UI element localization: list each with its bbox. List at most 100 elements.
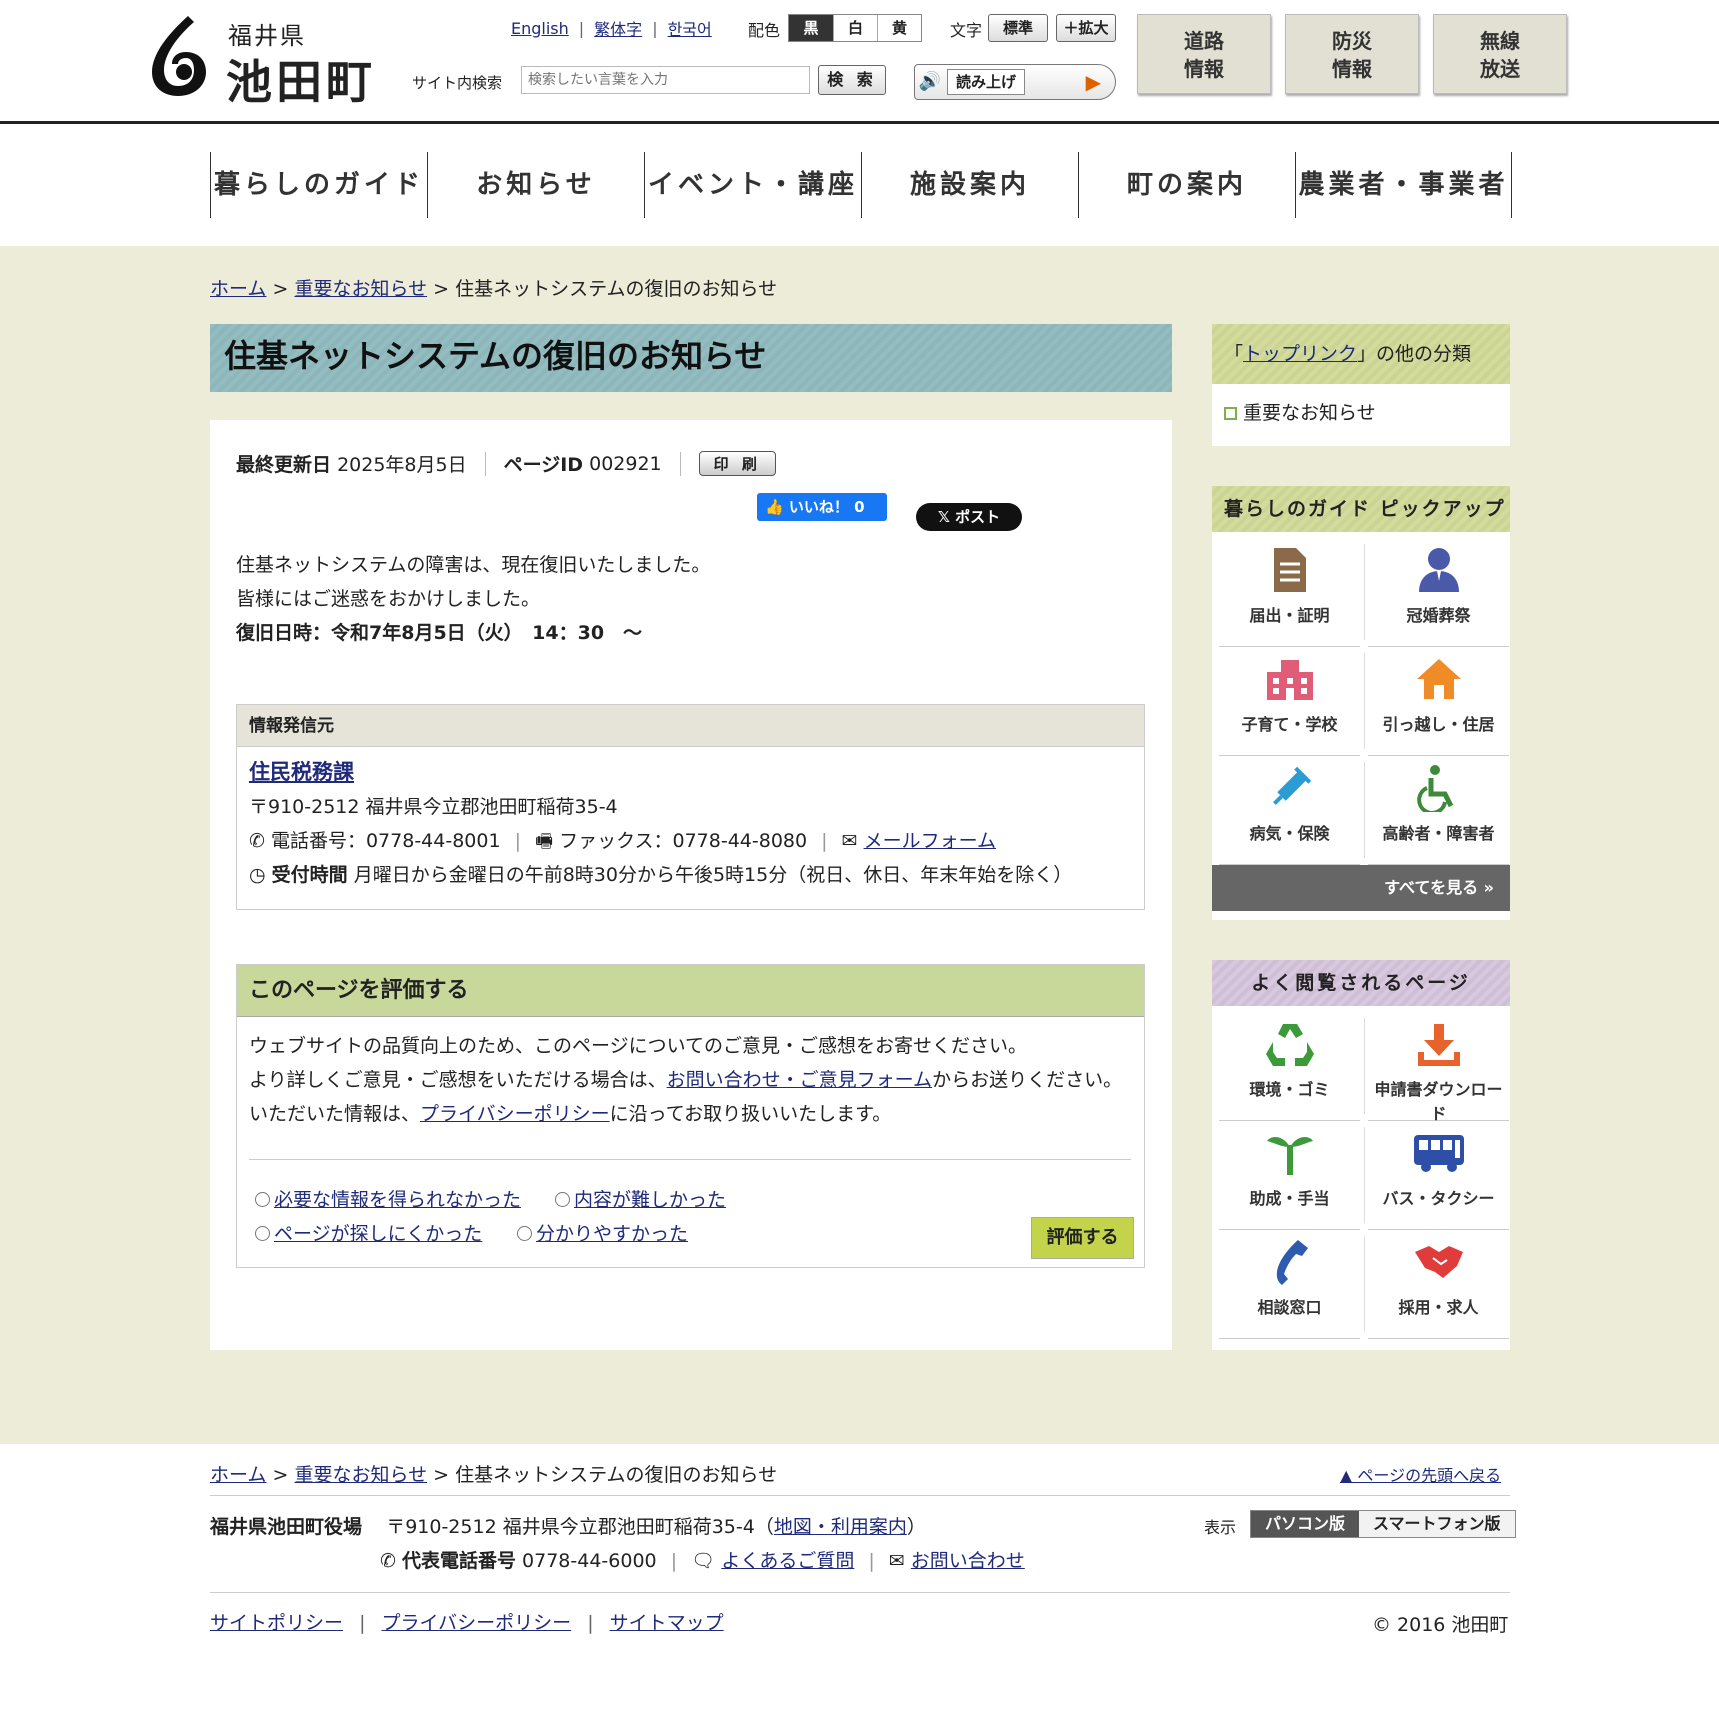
guide-item-label: 子育て・学校 — [1241, 715, 1338, 734]
lang-separator: | — [578, 18, 585, 38]
x-post-button[interactable]: 𝕏 ポスト — [916, 503, 1022, 531]
page-id-value: 002921 — [589, 452, 662, 475]
map-link[interactable]: 地図・利用案内 — [774, 1516, 907, 1538]
contact-separator: | — [670, 1550, 678, 1572]
rating-option-3[interactable]: ページが探しにくかった — [255, 1219, 482, 1246]
guide-item-ceremonies[interactable]: 冠婚葬祭 — [1368, 538, 1509, 647]
footer-divider — [210, 1495, 1510, 1496]
breadcrumb-home-link[interactable]: ホーム — [210, 278, 266, 300]
facebook-like-button[interactable]: 👍 いいね！ 0 — [757, 493, 887, 521]
rating-option-label[interactable]: 内容が難しかった — [574, 1189, 726, 1211]
radio-button[interactable] — [555, 1192, 570, 1207]
logo-town-name[interactable]: 池田町 — [226, 46, 376, 112]
department-link[interactable]: 住民税務課 — [249, 760, 354, 784]
breadcrumb-category-link[interactable]: 重要なお知らせ — [294, 1464, 427, 1486]
inquiry-form-link[interactable]: お問い合わせ・ご意見フォーム — [667, 1069, 932, 1091]
nav-business[interactable]: 農業者・事業者 — [1295, 152, 1512, 218]
read-aloud-button[interactable]: 🔊 読み上げ ▶ — [914, 64, 1116, 100]
nav-town-guide[interactable]: 町の案内 — [1078, 152, 1295, 218]
popular-item-consultation[interactable]: 相談窓口 — [1219, 1230, 1365, 1339]
color-yellow-button[interactable]: 黄 — [877, 15, 921, 41]
rating-option-label[interactable]: 必要な情報を得られなかった — [274, 1189, 521, 1211]
nav-news[interactable]: お知らせ — [427, 152, 644, 218]
color-black-button[interactable]: 黒 — [789, 15, 833, 41]
search-button[interactable]: 検 索 — [818, 65, 886, 95]
radio-button[interactable] — [255, 1226, 270, 1241]
radio-broadcast-button[interactable]: 無線 放送 — [1433, 14, 1567, 94]
guide-item-elderly[interactable]: 高齢者・障害者 — [1368, 756, 1509, 865]
department-address: 〒910-2512 福井県今立郡池田町稲荷35-4 — [249, 796, 618, 818]
nav-events[interactable]: イベント・講座 — [644, 152, 861, 218]
toplink-text: 」の他の分類 — [1357, 343, 1472, 365]
rating-privacy-line: いただいた情報は、プライバシーポリシーに沿ってお取り扱いいたします。 — [249, 1097, 1132, 1131]
popular-item-downloads[interactable]: 申請書ダウンロード — [1368, 1012, 1509, 1123]
color-scheme-label: 配色 — [748, 21, 781, 40]
popular-item-recruitment[interactable]: 採用・求人 — [1368, 1230, 1509, 1339]
guide-item-childcare[interactable]: 子育て・学校 — [1219, 647, 1365, 756]
nav-life-guide[interactable]: 暮らしのガイド — [210, 152, 427, 218]
toplink-heading: 「トップリンク」の他の分類 — [1212, 324, 1510, 384]
breadcrumb-separator: > — [272, 1464, 289, 1486]
popular-item-bus-taxi[interactable]: バス・タクシー — [1368, 1121, 1509, 1230]
site-policy-link[interactable]: サイトポリシー — [210, 1612, 343, 1634]
rating-option-label[interactable]: 分かりやすかった — [536, 1223, 688, 1245]
sitemap-link[interactable]: サイトマップ — [610, 1612, 724, 1634]
lang-traditional-chinese-link[interactable]: 繁体字 — [594, 16, 642, 40]
page-title: 住基ネットシステムの復旧のお知らせ — [210, 324, 1172, 392]
smartphone-view-button[interactable]: スマートフォン版 — [1359, 1511, 1515, 1537]
office-address-close: ） — [906, 1516, 926, 1538]
guide-item-moving[interactable]: 引っ越し・住居 — [1368, 647, 1509, 756]
radio-button[interactable] — [517, 1226, 532, 1241]
rating-option-2[interactable]: 内容が難しかった — [555, 1185, 726, 1212]
faq-link[interactable]: よくあるご質問 — [721, 1550, 854, 1572]
article-body: 住基ネットシステムの障害は、現在復旧いたしました。 皆様にはご迷惑をおかけしまし… — [236, 548, 710, 650]
telephone-icon — [1276, 1240, 1308, 1285]
link-separator: | — [587, 1612, 594, 1634]
back-to-top-link[interactable]: ▲ ページの先頭へ戻る — [1340, 1462, 1501, 1486]
document-icon — [1273, 548, 1306, 592]
text-standard-button[interactable]: 標準 — [988, 14, 1048, 42]
privacy-policy-link[interactable]: プライバシーポリシー — [420, 1103, 610, 1125]
pc-view-button[interactable]: パソコン版 — [1251, 1511, 1360, 1537]
facebook-like-label: いいね！ 0 — [788, 498, 865, 516]
print-button[interactable]: 印 刷 — [698, 451, 776, 476]
disaster-info-line1: 防災 — [1332, 29, 1372, 53]
popular-item-label: 申請書ダウンロード — [1374, 1080, 1503, 1123]
rating-option-1[interactable]: 必要な情報を得られなかった — [255, 1185, 521, 1212]
clock-icon: ◷ — [249, 864, 266, 886]
language-links: English | 繁体字 | 한국어 — [511, 16, 712, 40]
sprout-icon — [1266, 1137, 1313, 1175]
text-enlarge-button[interactable]: ＋拡大 — [1056, 14, 1116, 42]
color-white-button[interactable]: 白 — [833, 15, 877, 41]
toplink-link[interactable]: トップリンク — [1243, 343, 1357, 365]
submit-rating-button[interactable]: 評価する — [1031, 1217, 1134, 1259]
play-icon: ▶ — [1085, 70, 1101, 94]
article-meta: 最終更新日 2025年8月5日 ページID 002921 印 刷 — [236, 450, 776, 477]
contact-separator: | — [821, 830, 828, 852]
contact-link[interactable]: お問い合わせ — [911, 1550, 1025, 1572]
breadcrumb-home-link[interactable]: ホーム — [210, 1464, 266, 1486]
rating-option-label[interactable]: ページが探しにくかった — [274, 1223, 482, 1245]
nav-facilities[interactable]: 施設案内 — [861, 152, 1078, 218]
guide-item-certificates[interactable]: 届出・証明 — [1219, 538, 1365, 647]
privacy-policy-footer-link[interactable]: プライバシーポリシー — [382, 1612, 572, 1634]
popular-item-subsidies[interactable]: 助成・手当 — [1219, 1121, 1365, 1230]
lang-korean-link[interactable]: 한국어 — [668, 16, 712, 40]
road-info-button[interactable]: 道路 情報 — [1137, 14, 1271, 94]
site-header: 福井県 池田町 English | 繁体字 | 한국어 配色 黒 白 黄 文字 … — [0, 0, 1719, 124]
department-contacts: ✆ 電話番号：0778-44-8001 | 🖷 ファックス：0778-44-80… — [249, 824, 1132, 858]
popular-item-garbage[interactable]: 環境・ゴミ — [1219, 1012, 1365, 1121]
radio-button[interactable] — [255, 1192, 270, 1207]
site-search-input[interactable] — [521, 66, 810, 94]
guide-item-health[interactable]: 病気・保険 — [1219, 756, 1365, 865]
breadcrumb-category-link[interactable]: 重要なお知らせ — [294, 278, 427, 300]
rating-option-4[interactable]: 分かりやすかった — [517, 1219, 688, 1246]
see-all-link[interactable]: すべてを見る » — [1212, 865, 1510, 911]
speaker-icon: 🔊 — [918, 71, 942, 92]
mail-form-link[interactable]: メールフォーム — [864, 830, 996, 852]
guide-item-label: 冠婚葬祭 — [1406, 606, 1471, 625]
lang-english-link[interactable]: English — [511, 19, 569, 38]
toplink-item[interactable]: 重要なお知らせ — [1212, 384, 1510, 439]
disaster-info-button[interactable]: 防災 情報 — [1285, 14, 1419, 94]
town-logo-icon[interactable] — [148, 14, 210, 98]
